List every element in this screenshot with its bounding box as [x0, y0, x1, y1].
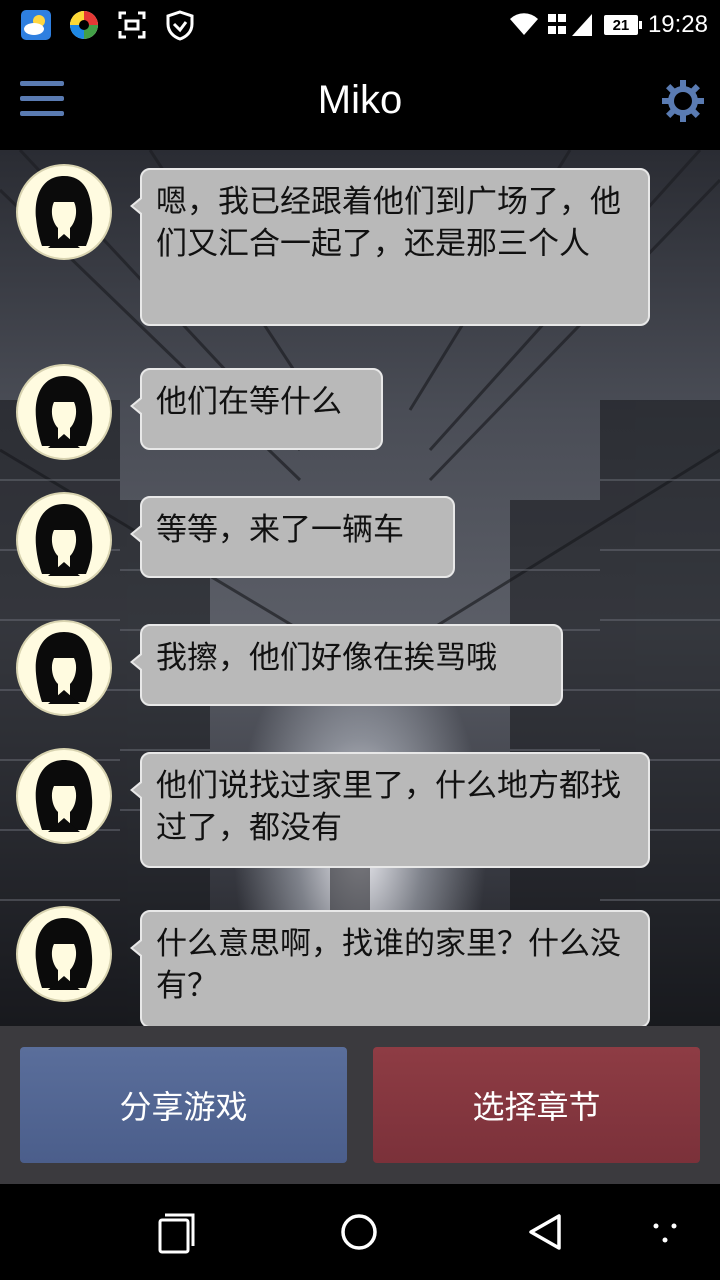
navigation-bar [0, 1184, 720, 1280]
colorful-app-icon [68, 9, 100, 41]
weather-app-icon [20, 9, 52, 41]
chat-area[interactable]: 嗯，我已经跟着他们到广场了，他们又汇合一起了，还是那三个人 他们在等什么 等等，… [0, 150, 720, 1026]
shield-icon [164, 9, 196, 41]
select-chapter-button[interactable]: 选择章节 [373, 1047, 700, 1163]
clock: 19:28 [647, 11, 708, 38]
message-bubble: 他们在等什么 [130, 368, 383, 450]
message-bubble: 等等，来了一辆车 [130, 496, 455, 578]
message-bubble: 嗯，我已经跟着他们到广场了，他们又汇合一起了，还是那三个人 [130, 168, 650, 326]
avatar[interactable] [16, 620, 112, 716]
assist-icon[interactable] [636, 1204, 696, 1260]
bottom-button-bar: 分享游戏 选择章节 [0, 1026, 720, 1184]
share-game-button[interactable]: 分享游戏 [20, 1047, 347, 1163]
avatar[interactable] [16, 906, 112, 1002]
scan-icon [116, 9, 148, 41]
avatar[interactable] [16, 364, 112, 460]
signal-icon [547, 14, 592, 36]
home-icon[interactable] [329, 1204, 389, 1260]
app-bar: Miko [0, 50, 720, 150]
gear-icon[interactable] [660, 78, 706, 124]
recent-apps-icon[interactable] [143, 1204, 203, 1260]
status-bar: 21 19:28 [0, 0, 720, 50]
avatar[interactable] [16, 748, 112, 844]
battery-indicator: 21 [603, 15, 642, 35]
back-icon[interactable] [515, 1204, 575, 1260]
message-bubble: 我擦，他们好像在挨骂哦 [130, 624, 563, 706]
avatar[interactable] [16, 164, 112, 260]
message-bubble: 他们说找过家里了，什么地方都找过了，都没有 [130, 752, 650, 868]
message-bubble: 什么意思啊，找谁的家里？什么没有？ [130, 910, 650, 1026]
page-title: Miko [317, 78, 403, 122]
wifi-icon [509, 13, 538, 36]
avatar[interactable] [16, 492, 112, 588]
